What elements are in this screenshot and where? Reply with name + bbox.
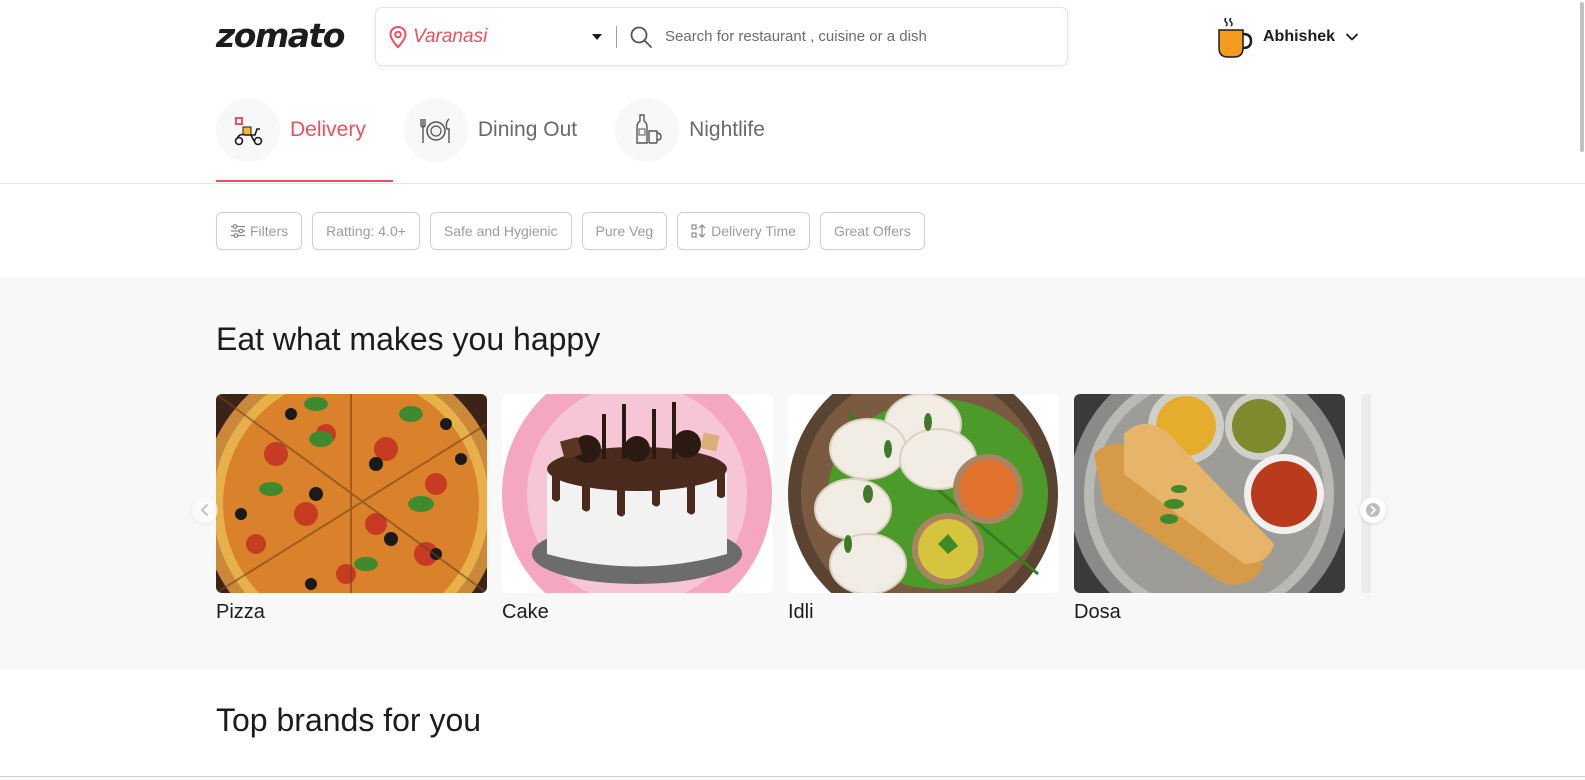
carousel-prev-button[interactable] bbox=[192, 497, 218, 523]
chip-label: Pure Veg bbox=[595, 223, 654, 239]
location-pin-icon bbox=[389, 25, 407, 48]
next-card-peek bbox=[1361, 394, 1371, 593]
idli-image bbox=[788, 394, 1059, 593]
nightlife-icon bbox=[636, 114, 662, 144]
food-card-pizza[interactable]: Pizza bbox=[216, 394, 487, 624]
user-menu[interactable]: Abhishek bbox=[1216, 15, 1359, 59]
safe-hygienic-chip[interactable]: Safe and Hygienic bbox=[429, 212, 572, 250]
filters-chip[interactable]: Filters bbox=[216, 212, 303, 250]
chip-label: Ratting: 4.0+ bbox=[326, 223, 406, 239]
dosa-image bbox=[1074, 394, 1345, 593]
tab-label: Dining Out bbox=[477, 118, 578, 141]
sort-icon bbox=[691, 224, 706, 238]
tabs-divider bbox=[0, 183, 1585, 184]
chevron-right-icon bbox=[1366, 503, 1380, 517]
chevron-down-icon bbox=[1346, 33, 1358, 41]
chip-label: Great Offers bbox=[833, 223, 911, 239]
tab-nightlife[interactable]: Nightlife bbox=[615, 96, 765, 184]
page-bottom-divider bbox=[0, 776, 1585, 777]
chip-label: Delivery Time bbox=[711, 223, 796, 239]
search-bar: Varanasi bbox=[375, 7, 1068, 66]
zomato-page: zomato Varanasi Abhishek bbox=[0, 0, 1585, 780]
food-card-label: Cake bbox=[502, 601, 549, 623]
tab-icon-circle bbox=[216, 98, 280, 162]
section-title: Top brands for you bbox=[216, 702, 482, 738]
delivery-time-chip[interactable]: Delivery Time bbox=[677, 212, 810, 250]
tab-delivery[interactable]: Delivery bbox=[216, 96, 393, 184]
pure-veg-chip[interactable]: Pure Veg bbox=[581, 212, 668, 250]
chip-label: Filters bbox=[250, 223, 289, 239]
tab-label: Nightlife bbox=[689, 118, 765, 141]
eat-section: Eat what makes you happy Pizza Cake Idli… bbox=[0, 277, 1585, 669]
search-input[interactable] bbox=[665, 28, 1045, 45]
chevron-left-icon bbox=[201, 504, 208, 516]
active-tab-indicator bbox=[216, 180, 393, 182]
food-carousel: Pizza Cake Idli Dosa bbox=[216, 394, 1360, 624]
food-card-label: Idli bbox=[788, 601, 814, 623]
category-tabs: Delivery Dining Out Nightlife bbox=[216, 96, 803, 184]
dining-icon bbox=[420, 118, 450, 143]
scrollbar-thumb[interactable] bbox=[1580, 2, 1584, 152]
section-title: Eat what makes you happy bbox=[216, 321, 601, 357]
food-card-label: Dosa bbox=[1074, 601, 1121, 623]
search-divider bbox=[616, 25, 617, 48]
search-icon bbox=[630, 26, 652, 48]
chevron-down-icon bbox=[592, 33, 602, 40]
page-scrollbar[interactable] bbox=[1579, 0, 1585, 780]
sliders-icon bbox=[231, 224, 245, 238]
location-text: Varanasi bbox=[413, 25, 488, 47]
tab-dining-out[interactable]: Dining Out bbox=[403, 96, 578, 184]
carousel-next-button[interactable] bbox=[1360, 497, 1386, 523]
tab-icon-circle bbox=[615, 98, 680, 162]
great-offers-chip[interactable]: Great Offers bbox=[819, 212, 925, 250]
pizza-image bbox=[216, 394, 487, 593]
tab-label: Delivery bbox=[290, 118, 366, 141]
coffee-cup-avatar-icon bbox=[1218, 17, 1253, 58]
zomato-logo[interactable]: zomato bbox=[216, 16, 345, 55]
chip-label: Safe and Hygienic bbox=[443, 223, 558, 239]
food-card-idli[interactable]: Idli bbox=[788, 394, 1059, 624]
food-card-cake[interactable]: Cake bbox=[502, 394, 773, 624]
cake-image bbox=[502, 394, 773, 593]
tab-icon-circle bbox=[403, 98, 468, 162]
filter-bar: Filters Ratting: 4.0+ Safe and Hygienic … bbox=[216, 212, 935, 250]
rating-chip[interactable]: Ratting: 4.0+ bbox=[312, 212, 420, 250]
food-card-dosa[interactable]: Dosa bbox=[1074, 394, 1345, 624]
location-selector[interactable]: Varanasi bbox=[376, 8, 616, 65]
user-name: Abhishek bbox=[1263, 28, 1336, 45]
food-card-label: Pizza bbox=[216, 601, 265, 623]
scooter-icon bbox=[234, 117, 263, 146]
